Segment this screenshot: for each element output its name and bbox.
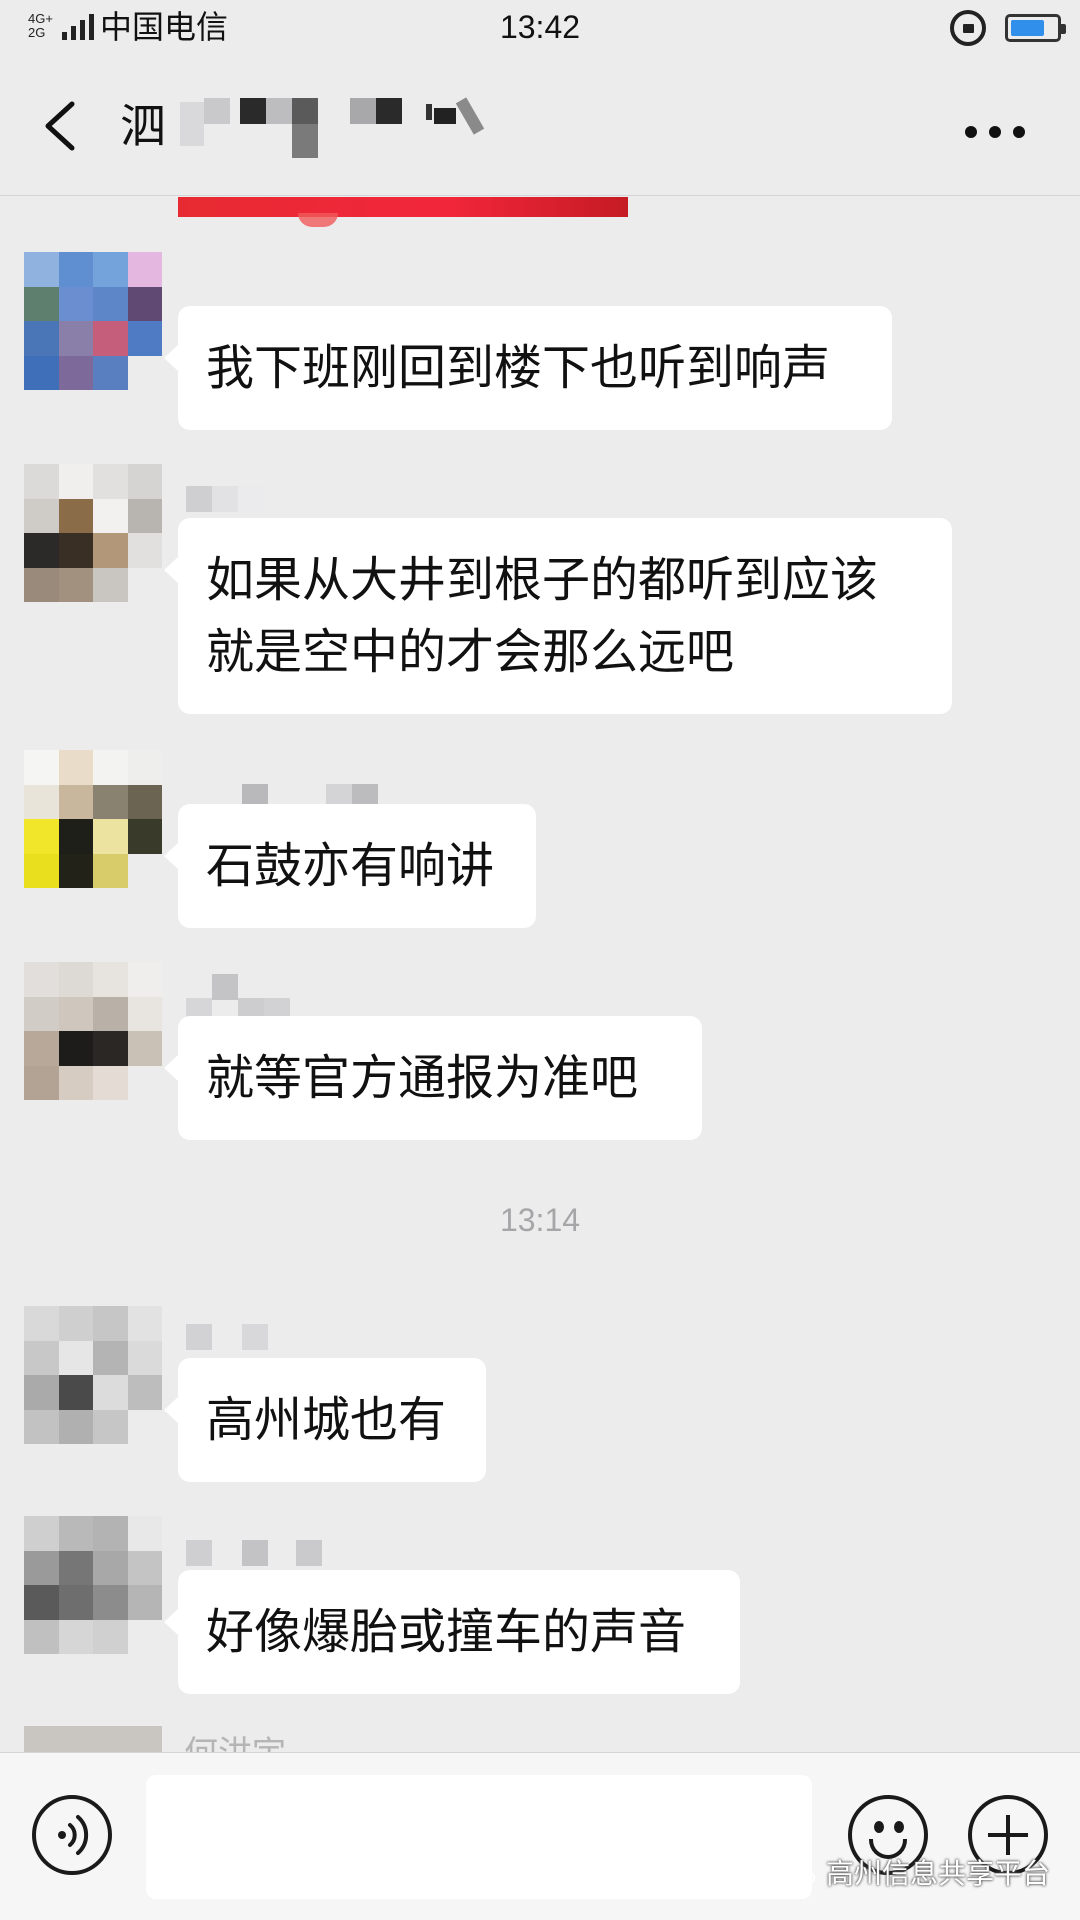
redacted-title-mosaic	[180, 96, 510, 158]
message-bubble[interactable]: 如果从大井到根子的都听到应该就是空中的才会那么远吧	[164, 518, 952, 714]
voice-input-button[interactable]	[32, 1795, 112, 1875]
message-bubble[interactable]: 高州城也有	[164, 1358, 486, 1482]
sender-name-redacted	[186, 1324, 276, 1350]
chat-title: 泗	[120, 99, 166, 153]
timestamp-divider: 13:14	[499, 1202, 581, 1238]
message-bubble[interactable]: 石鼓亦有响讲	[164, 804, 536, 928]
status-bar: 4G+ 2G 中国电信 13:42	[0, 0, 1080, 56]
more-options-button[interactable]	[965, 126, 1025, 140]
wechat-icon	[785, 1864, 815, 1886]
message-bubble[interactable]: 就等官方通报为准吧	[164, 1016, 702, 1140]
watermark-text: 高州信息共享平台	[826, 1857, 1051, 1890]
avatar[interactable]	[24, 464, 162, 602]
message-input[interactable]	[146, 1775, 812, 1899]
avatar[interactable]	[24, 1306, 162, 1444]
avatar[interactable]	[24, 750, 162, 888]
message-bubble[interactable]: 好像爆胎或撞车的声音	[164, 1570, 740, 1694]
watermark: 高州信息共享平台	[784, 1852, 1050, 1896]
message-bubble[interactable]: 我下班刚回到楼下也听到响声	[164, 306, 892, 430]
avatar[interactable]	[24, 252, 162, 390]
status-clock: 13:42	[499, 9, 581, 45]
rotation-lock-icon	[950, 10, 986, 46]
avatar-partial[interactable]	[24, 1726, 162, 1752]
chat-header: 泗	[0, 56, 1080, 196]
back-button[interactable]	[36, 96, 92, 156]
voice-icon	[58, 1815, 89, 1855]
chevron-left-icon	[45, 101, 75, 151]
sender-name-redacted	[186, 486, 276, 512]
avatar[interactable]	[24, 962, 162, 1100]
sender-name-redacted	[186, 1540, 326, 1566]
sender-name-redacted	[186, 974, 306, 1024]
top-banner-strip	[178, 197, 628, 227]
avatar[interactable]	[24, 1516, 162, 1654]
battery-level	[1011, 20, 1044, 36]
battery-icon	[1005, 14, 1066, 42]
